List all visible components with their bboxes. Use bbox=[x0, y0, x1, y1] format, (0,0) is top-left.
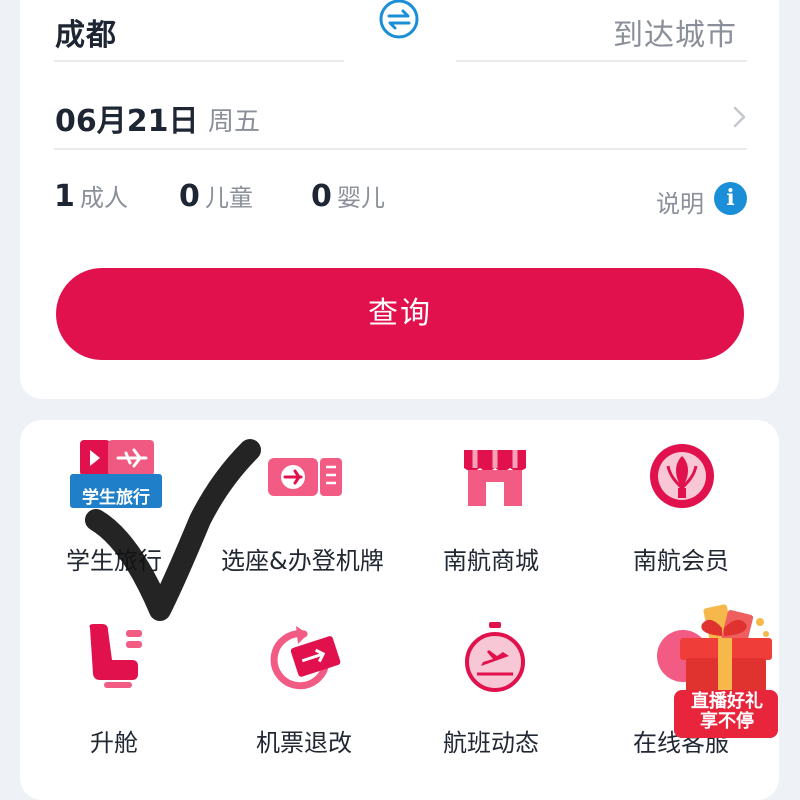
boarding-pass-icon bbox=[268, 458, 342, 496]
child-label: 儿童 bbox=[204, 184, 253, 212]
arrival-city[interactable]: 到达城市 bbox=[613, 10, 737, 54]
swap-cities-icon[interactable] bbox=[377, 0, 421, 43]
member-icon bbox=[650, 444, 714, 508]
passenger-adult[interactable]: 1 成人 bbox=[54, 178, 128, 214]
refund-change-label: 机票退改 bbox=[256, 729, 352, 757]
search-button[interactable]: 查询 bbox=[56, 268, 744, 360]
adult-label: 成人 bbox=[79, 184, 128, 212]
passenger-infant[interactable]: 0 婴儿 bbox=[311, 178, 385, 214]
departure-divider bbox=[54, 60, 344, 62]
seat-boarding-label: 选座&办登机牌 bbox=[221, 547, 384, 575]
departure-city[interactable]: 成都 bbox=[55, 10, 117, 54]
student-travel-label: 学生旅行 bbox=[66, 547, 162, 575]
flight-status-label: 航班动态 bbox=[443, 729, 539, 757]
info-icon[interactable]: i bbox=[714, 182, 747, 215]
upgrade-label: 升舱 bbox=[90, 729, 138, 757]
student-travel-badge: 学生旅行 bbox=[82, 488, 150, 508]
promo-line1: 直播好礼 bbox=[691, 691, 763, 712]
seat-upgrade-icon bbox=[89, 624, 142, 688]
departure-weekday: 周五 bbox=[208, 107, 261, 137]
adult-count: 1 bbox=[54, 179, 75, 214]
infant-label: 婴儿 bbox=[336, 184, 385, 212]
member-label: 南航会员 bbox=[633, 547, 729, 575]
shop-label: 南航商城 bbox=[443, 547, 539, 575]
info-label[interactable]: 说明 bbox=[656, 184, 704, 219]
departure-date[interactable]: 06月21日 bbox=[55, 96, 199, 140]
shop-icon bbox=[464, 450, 526, 506]
flight-status-icon bbox=[465, 622, 525, 692]
infant-count: 0 bbox=[311, 179, 332, 214]
date-divider bbox=[54, 148, 747, 150]
arrival-divider bbox=[456, 60, 747, 62]
promo-line2: 享不停 bbox=[700, 711, 754, 732]
passenger-child[interactable]: 0 儿童 bbox=[179, 178, 253, 214]
child-count: 0 bbox=[179, 179, 200, 214]
promo-text[interactable]: 直播好礼 享不停 bbox=[682, 692, 772, 732]
refund-change-icon bbox=[270, 626, 341, 690]
chevron-right-icon[interactable] bbox=[733, 106, 747, 128]
